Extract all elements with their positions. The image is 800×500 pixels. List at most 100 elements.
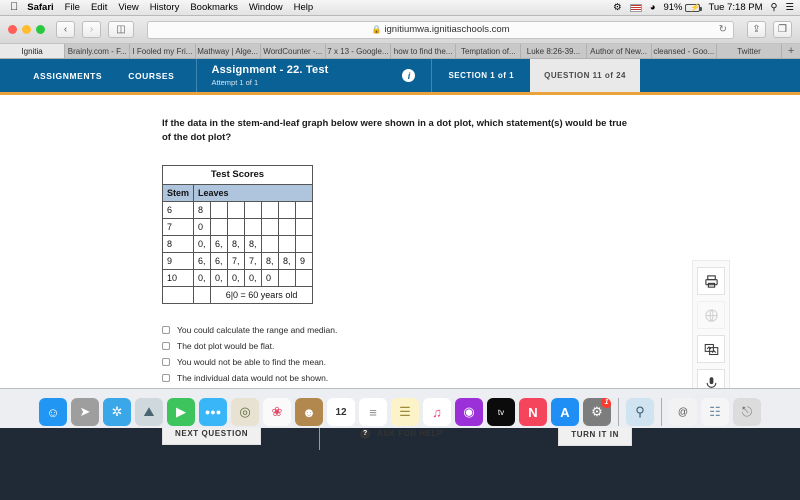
leaf-value: 8, xyxy=(227,234,246,253)
dock-item-podcasts[interactable]: ◉ xyxy=(455,398,483,426)
dock-item-news[interactable]: N xyxy=(519,398,547,426)
dock-item-launchpad[interactable]: ➤ xyxy=(71,398,99,426)
checkbox-icon[interactable] xyxy=(162,341,170,350)
leaf-value: 0, xyxy=(193,268,212,287)
stem-value: 8 xyxy=(161,234,195,253)
dock-item-reminders[interactable]: ≡ xyxy=(359,398,387,426)
menu-item-history[interactable]: History xyxy=(150,2,180,13)
browser-tab-0[interactable]: Ignitia xyxy=(0,44,66,58)
maximize-window-button[interactable] xyxy=(36,25,45,34)
menu-item-window[interactable]: Window xyxy=(249,2,283,13)
dock-item-system-preferences[interactable]: ⚙ 1 xyxy=(583,398,611,426)
forward-chevron-icon[interactable]: › xyxy=(82,21,101,38)
printer-icon[interactable] xyxy=(697,267,725,295)
leaf-value xyxy=(295,217,314,236)
dock-item-photos-preview[interactable]: ⛰ xyxy=(135,398,163,426)
share-icon[interactable]: ⇪ xyxy=(747,21,766,38)
menu-item-safari[interactable]: Safari xyxy=(27,2,53,13)
sidebar-icon[interactable]: ◫ xyxy=(108,21,134,38)
info-button[interactable]: i xyxy=(386,59,433,92)
back-chevron-icon[interactable]: ‹ xyxy=(56,21,75,38)
stem-and-leaf-figure: Test Scores Stem Leaves 6 8 7 0 8 0, 6, … xyxy=(161,164,632,304)
dock-item-finder[interactable]: ☺ xyxy=(39,398,67,426)
question-indicator[interactable]: QUESTION 11 of 24 xyxy=(530,59,640,92)
leaf-value: 0, xyxy=(193,234,212,253)
leaf-value xyxy=(244,217,263,236)
us-flag-icon[interactable] xyxy=(629,3,642,12)
menubar-clock[interactable]: Tue 7:18 PM xyxy=(708,2,762,13)
dock-item-photos[interactable]: ❀ xyxy=(263,398,291,426)
dock-item-messages[interactable]: ●●● xyxy=(199,398,227,426)
dock-item-facetime[interactable]: ▶ xyxy=(167,398,195,426)
dock-item-calendar[interactable]: 12 xyxy=(327,398,355,426)
section-indicator[interactable]: SECTION 1 of 1 xyxy=(432,59,530,92)
dock-item-document-stack[interactable]: ☷ xyxy=(701,398,729,426)
dock-item-safari[interactable]: ✲ xyxy=(103,398,131,426)
browser-tab-4[interactable]: WordCounter -... xyxy=(260,44,326,58)
question-mark-icon: ? xyxy=(360,428,371,439)
tab-overview-icon[interactable]: ❐ xyxy=(773,21,792,38)
dock-item-contacts[interactable]: ☻ xyxy=(295,398,323,426)
search-icon[interactable]: ⚲ xyxy=(771,2,778,13)
answer-option-3[interactable]: The individual data would not be shown. xyxy=(162,370,632,386)
apple-menu-icon[interactable]:  xyxy=(10,2,18,13)
browser-tab-8[interactable]: Luke 8:26-39... xyxy=(521,44,587,58)
ask-for-help-button[interactable]: ? ASK FOR HELP xyxy=(360,428,443,439)
menu-item-file[interactable]: File xyxy=(65,2,80,13)
leaf-value xyxy=(261,217,280,236)
address-bar[interactable]: 🔒 ignitiumwa.ignitiaschools.com ↻ xyxy=(147,20,734,39)
dock-item-preview[interactable]: ⚲ xyxy=(626,398,654,426)
dock-item-apple-tv[interactable]: tv xyxy=(487,398,515,426)
attempt-label: Attempt 1 of 1 xyxy=(211,78,259,87)
nav-assignments[interactable]: ASSIGNMENTS xyxy=(33,71,102,81)
leaf-value xyxy=(210,200,229,219)
checkbox-icon[interactable] xyxy=(162,325,170,334)
tab-label: how to find the... xyxy=(393,46,453,56)
checkbox-icon[interactable] xyxy=(162,373,170,382)
new-tab-button[interactable]: + xyxy=(782,44,800,58)
browser-tab-9[interactable]: Author of New... xyxy=(586,44,652,58)
address-bar-url: ignitiumwa.ignitiaschools.com xyxy=(384,24,510,35)
browser-tab-6[interactable]: how to find the... xyxy=(391,44,457,58)
globe-icon xyxy=(697,301,725,329)
airplay-icon[interactable]: ⚙ xyxy=(613,2,622,13)
macos-menu-bar:  Safari File Edit View History Bookmark… xyxy=(0,0,800,16)
browser-tab-10[interactable]: cleansed - Goo... xyxy=(651,44,717,58)
battery-status[interactable]: 91% ⚡ xyxy=(663,2,703,13)
browser-tab-5[interactable]: 7 x 13 - Google... xyxy=(325,44,392,58)
dock-item-notes[interactable]: ☰ xyxy=(391,398,419,426)
safari-window: ‹ › ◫ 🔒 ignitiumwa.ignitiaschools.com ↻ … xyxy=(0,16,800,59)
menu-item-edit[interactable]: Edit xyxy=(91,2,107,13)
browser-tab-2[interactable]: I Fooled my Fri... xyxy=(130,44,196,58)
answer-option-2[interactable]: You would not be able to find the mean. xyxy=(162,354,632,370)
menu-item-help[interactable]: Help xyxy=(294,2,314,13)
browser-tab-11[interactable]: Twitter xyxy=(716,44,783,58)
browser-tab-1[interactable]: Brainly.com - F... xyxy=(65,44,131,58)
close-window-button[interactable] xyxy=(8,25,17,34)
nav-courses[interactable]: COURSES xyxy=(128,71,174,81)
leaf-value: 8, xyxy=(244,234,263,253)
dock-item-app-store[interactable]: A xyxy=(551,398,579,426)
answer-option-0[interactable]: You could calculate the range and median… xyxy=(162,322,632,338)
reload-icon[interactable]: ↻ xyxy=(719,24,727,35)
leaf-value: 8, xyxy=(278,251,297,270)
table-header-row: Stem Leaves xyxy=(161,183,314,202)
translate-image-icon[interactable] xyxy=(697,335,725,363)
menu-item-view[interactable]: View xyxy=(118,2,138,13)
dock-item-maps[interactable]: ◎ xyxy=(231,398,259,426)
control-center-icon[interactable]: ☰ xyxy=(785,2,794,13)
leaf-value: 0 xyxy=(261,268,280,287)
dock-item-itunes[interactable]: ♫ xyxy=(423,398,451,426)
checkbox-icon[interactable] xyxy=(162,357,170,366)
notification-badge: 1 xyxy=(601,398,611,408)
browser-tab-7[interactable]: Temptation of... xyxy=(456,44,522,58)
wifi-icon[interactable]: ◕ xyxy=(650,2,656,13)
menu-item-bookmarks[interactable]: Bookmarks xyxy=(190,2,238,13)
dock-item-mail-attachment[interactable]: @ xyxy=(669,398,697,426)
table-title: Test Scores xyxy=(161,164,314,185)
tab-label: 7 x 13 - Google... xyxy=(327,46,389,56)
dock-item-trash[interactable]: ⎋ xyxy=(733,398,761,426)
browser-tab-3[interactable]: Mathway | Alge... xyxy=(195,44,261,58)
minimize-window-button[interactable] xyxy=(22,25,31,34)
answer-option-1[interactable]: The dot plot would be flat. xyxy=(162,338,632,354)
